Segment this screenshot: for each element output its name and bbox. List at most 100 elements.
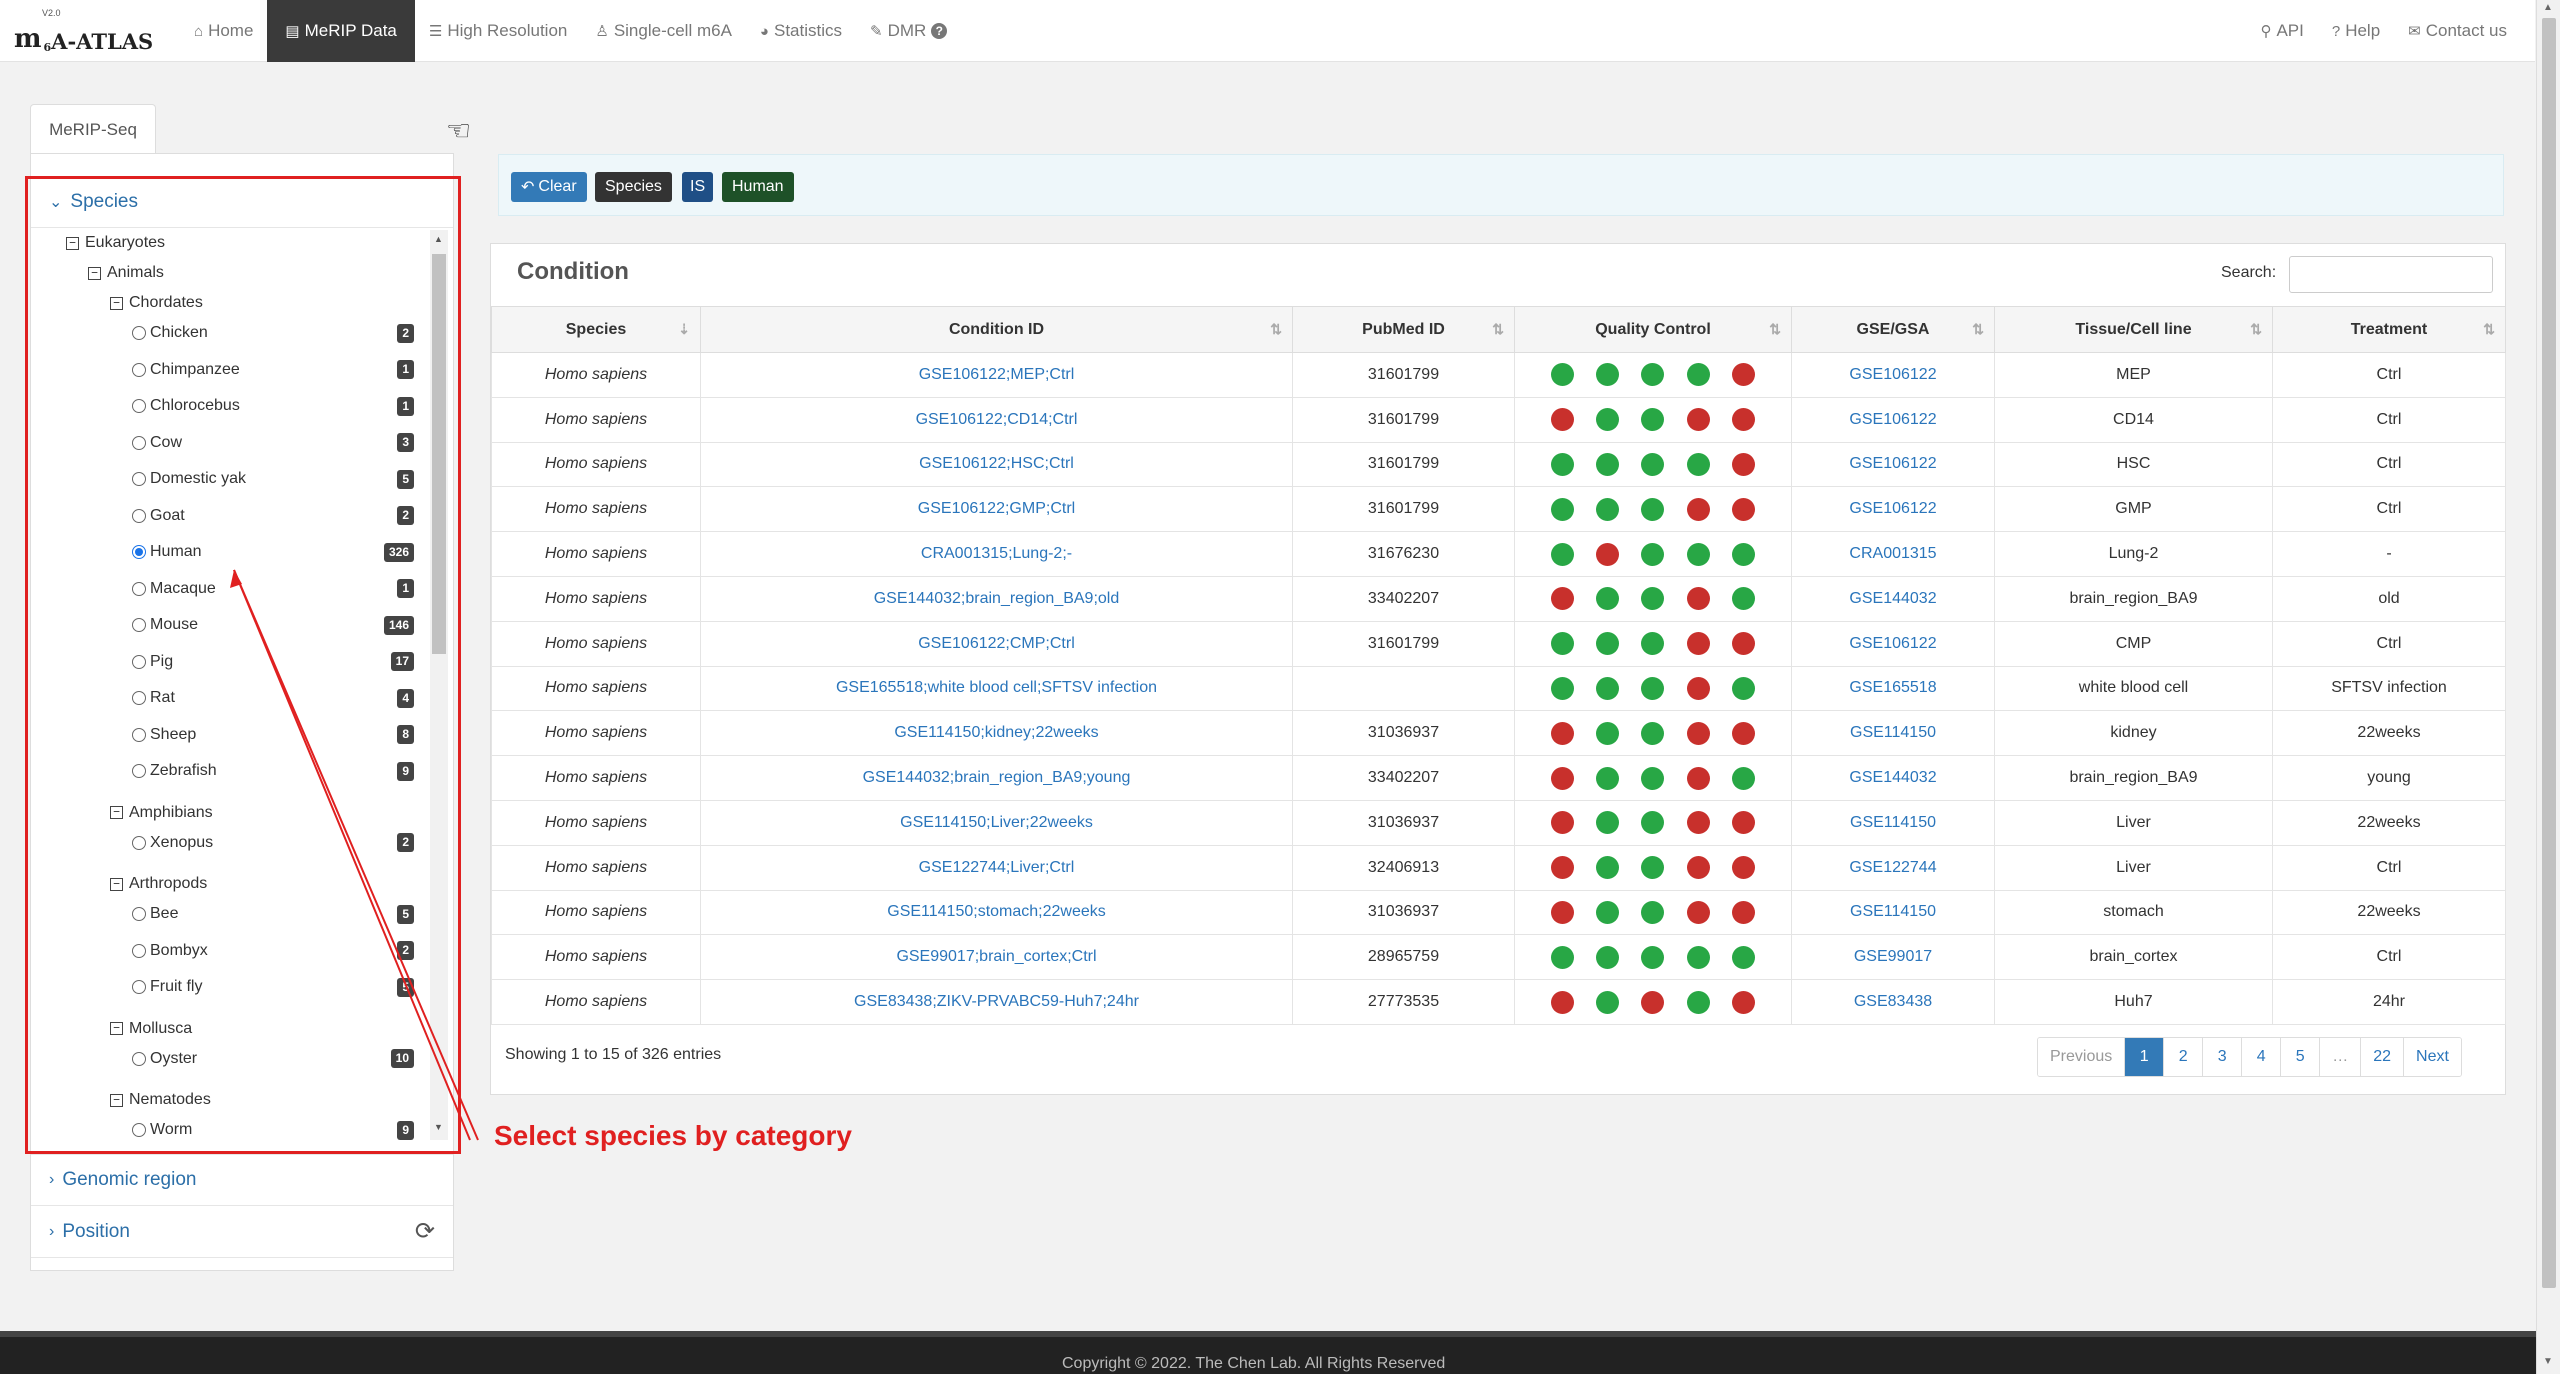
refresh-icon[interactable]: ⟳ <box>415 1217 435 1246</box>
help-circle-icon[interactable]: ? <box>931 23 948 39</box>
nav-merip-data[interactable]: ▤ MeRIP Data <box>267 0 415 62</box>
gse-link[interactable]: GSE106122 <box>1849 366 1936 383</box>
column-header-species[interactable]: Species ⇣ <box>491 306 701 353</box>
condition-id-cell: GSE106122;HSC;Ctrl <box>700 441 1293 488</box>
condition-id-link[interactable]: GSE106122;CD14;Ctrl <box>916 411 1078 428</box>
gse-link[interactable]: GSE106122 <box>1849 500 1936 517</box>
qc-dots <box>1515 408 1791 432</box>
filter-chip-species[interactable]: Species <box>595 172 672 202</box>
column-header-tissue-cell-line[interactable]: Tissue/Cell line ⇅ <box>1994 306 2273 353</box>
scroll-up-arrow-icon[interactable]: ▲ <box>2543 2 2553 13</box>
pager-4[interactable]: 4 <box>2242 1038 2282 1076</box>
gse-link[interactable]: CRA001315 <box>1849 545 1936 562</box>
nav-single-cell-m6a[interactable]: ♙ Single-cell m6A <box>581 0 746 62</box>
condition-id-link[interactable]: GSE99017;brain_cortex;Ctrl <box>896 948 1096 965</box>
gse-link[interactable]: GSE106122 <box>1849 411 1936 428</box>
gse-link[interactable]: GSE99017 <box>1854 948 1932 965</box>
nav-dmr[interactable]: ✎ DMR? <box>856 0 961 62</box>
sort-icon[interactable]: ⇅ <box>1972 321 1984 338</box>
pager-previous[interactable]: Previous <box>2038 1038 2126 1076</box>
pubmed-id-cell: 31601799 <box>1292 620 1515 667</box>
condition-id-link[interactable]: CRA001315;Lung-2;- <box>921 545 1072 562</box>
sort-icon[interactable]: ⇅ <box>2483 321 2495 338</box>
tissue-cell: HSC <box>1994 441 2273 488</box>
species-cell: Homo sapiens <box>491 665 701 712</box>
gse-link[interactable]: GSE114150 <box>1850 724 1936 741</box>
qc-fail-dot <box>1596 542 1620 566</box>
nav-label: Help <box>2345 21 2381 40</box>
gse-link[interactable]: GSE114150 <box>1850 814 1936 831</box>
column-header-gse-gsa[interactable]: GSE/GSA ⇅ <box>1791 306 1995 353</box>
treatment-cell: 22weeks <box>2272 799 2506 846</box>
pager-5[interactable]: 5 <box>2281 1038 2321 1076</box>
gse-link[interactable]: GSE144032 <box>1849 590 1936 607</box>
pager-next[interactable]: Next <box>2404 1038 2461 1076</box>
condition-id-link[interactable]: GSE106122;GMP;Ctrl <box>918 500 1075 517</box>
gse-link[interactable]: GSE144032 <box>1849 769 1936 786</box>
condition-id-link[interactable]: GSE114150;stomach;22weeks <box>887 903 1106 920</box>
condition-id-link[interactable]: GSE106122;HSC;Ctrl <box>919 455 1074 472</box>
condition-id-link[interactable]: GSE83438;ZIKV-PRVABC59-Huh7;24hr <box>854 993 1139 1010</box>
species-cell: Homo sapiens <box>491 799 701 846</box>
condition-id-link[interactable]: GSE144032;brain_region_BA9;young <box>863 769 1131 786</box>
sort-desc-icon[interactable]: ⇣ <box>678 321 690 338</box>
condition-id-link[interactable]: GSE114150;Liver;22weeks <box>900 814 1093 831</box>
table-icon: ▤ <box>285 23 300 40</box>
clear-filters-button[interactable]: ↶ Clear <box>511 172 587 202</box>
sort-icon[interactable]: ⇅ <box>1270 321 1282 338</box>
species-cell: Homo sapiens <box>491 844 701 891</box>
column-header-condition-id[interactable]: Condition ID ⇅ <box>700 306 1293 353</box>
filter-chip-is[interactable]: IS <box>682 172 714 202</box>
sort-icon[interactable]: ⇅ <box>1492 321 1504 338</box>
condition-id-link[interactable]: GSE165518;white blood cell;SFTSV infecti… <box>836 679 1157 696</box>
gse-link[interactable]: GSE106122 <box>1849 455 1936 472</box>
pager-3[interactable]: 3 <box>2203 1038 2243 1076</box>
condition-id-link[interactable]: GSE106122;CMP;Ctrl <box>918 635 1075 652</box>
nav-statistics[interactable]: ◕ Statistics <box>746 0 856 62</box>
column-header-treatment[interactable]: Treatment ⇅ <box>2272 306 2506 353</box>
scroll-down-arrow-icon[interactable]: ▼ <box>2543 1356 2553 1367</box>
genomic-region-accordion-header[interactable]: › Genomic region <box>31 1154 453 1206</box>
gse-link[interactable]: GSE106122 <box>1849 635 1936 652</box>
filter-chip-human[interactable]: Human <box>722 172 794 202</box>
condition-id-link[interactable]: GSE114150;kidney;22weeks <box>894 724 1098 741</box>
nav-api[interactable]: ⚲ API <box>2246 0 2317 62</box>
pager-2[interactable]: 2 <box>2164 1038 2204 1076</box>
qc-pass-dot <box>1641 856 1665 880</box>
sort-icon[interactable]: ⇅ <box>2250 321 2262 338</box>
page-scrollbar-thumb[interactable] <box>2542 18 2556 1288</box>
nav-contact-us[interactable]: ✉ Contact us <box>2394 0 2521 62</box>
column-header-pubmed-id[interactable]: PubMed ID ⇅ <box>1292 306 1515 353</box>
nav-high-resolution[interactable]: ☰ High Resolution <box>415 0 581 62</box>
qc-dots <box>1515 721 1791 745</box>
position-accordion-header[interactable]: › Position ⟳ <box>31 1206 453 1258</box>
table-row: Homo sapiens GSE106122;HSC;Ctrl 31601799 GS… <box>491 441 2506 488</box>
species-cell: Homo sapiens <box>491 755 701 801</box>
column-header-label: Treatment <box>2350 320 2428 338</box>
qc-pass-dot <box>1596 766 1620 790</box>
condition-id-link[interactable]: GSE122744;Liver;Ctrl <box>919 859 1075 876</box>
page-scrollbar[interactable]: ▲ ▼ <box>2536 0 2560 1374</box>
hand-pointer-icon[interactable]: ☜ <box>446 114 471 147</box>
search-input[interactable] <box>2289 256 2493 293</box>
pubmed-id-cell: 31601799 <box>1292 352 1515 398</box>
gse-link[interactable]: GSE122744 <box>1849 859 1936 876</box>
site-logo[interactable]: m 6 A-ATLAS V2.0 <box>14 8 153 54</box>
quality-control-cell <box>1514 934 1792 981</box>
pager-1[interactable]: 1 <box>2125 1038 2165 1076</box>
gse-link[interactable]: GSE114150 <box>1850 903 1936 920</box>
gse-link[interactable]: GSE165518 <box>1849 679 1936 696</box>
qc-pass-dot <box>1551 945 1575 969</box>
sort-icon[interactable]: ⇅ <box>1769 321 1781 338</box>
nav-help[interactable]: ? Help <box>2318 0 2394 62</box>
nav-home[interactable]: ⌂ Home <box>180 0 267 62</box>
column-header-quality-control[interactable]: Quality Control ⇅ <box>1514 306 1792 353</box>
treatment-cell: young <box>2272 755 2506 801</box>
gse-gsa-cell: GSE122744 <box>1791 844 1995 891</box>
condition-id-link[interactable]: GSE106122;MEP;Ctrl <box>919 366 1075 383</box>
tab-merip-seq[interactable]: MeRIP-Seq <box>30 104 156 154</box>
gse-link[interactable]: GSE83438 <box>1854 993 1932 1010</box>
pager-22[interactable]: 22 <box>2361 1038 2405 1076</box>
condition-id-link[interactable]: GSE144032;brain_region_BA9;old <box>874 590 1120 607</box>
qc-pass-dot <box>1596 856 1620 880</box>
